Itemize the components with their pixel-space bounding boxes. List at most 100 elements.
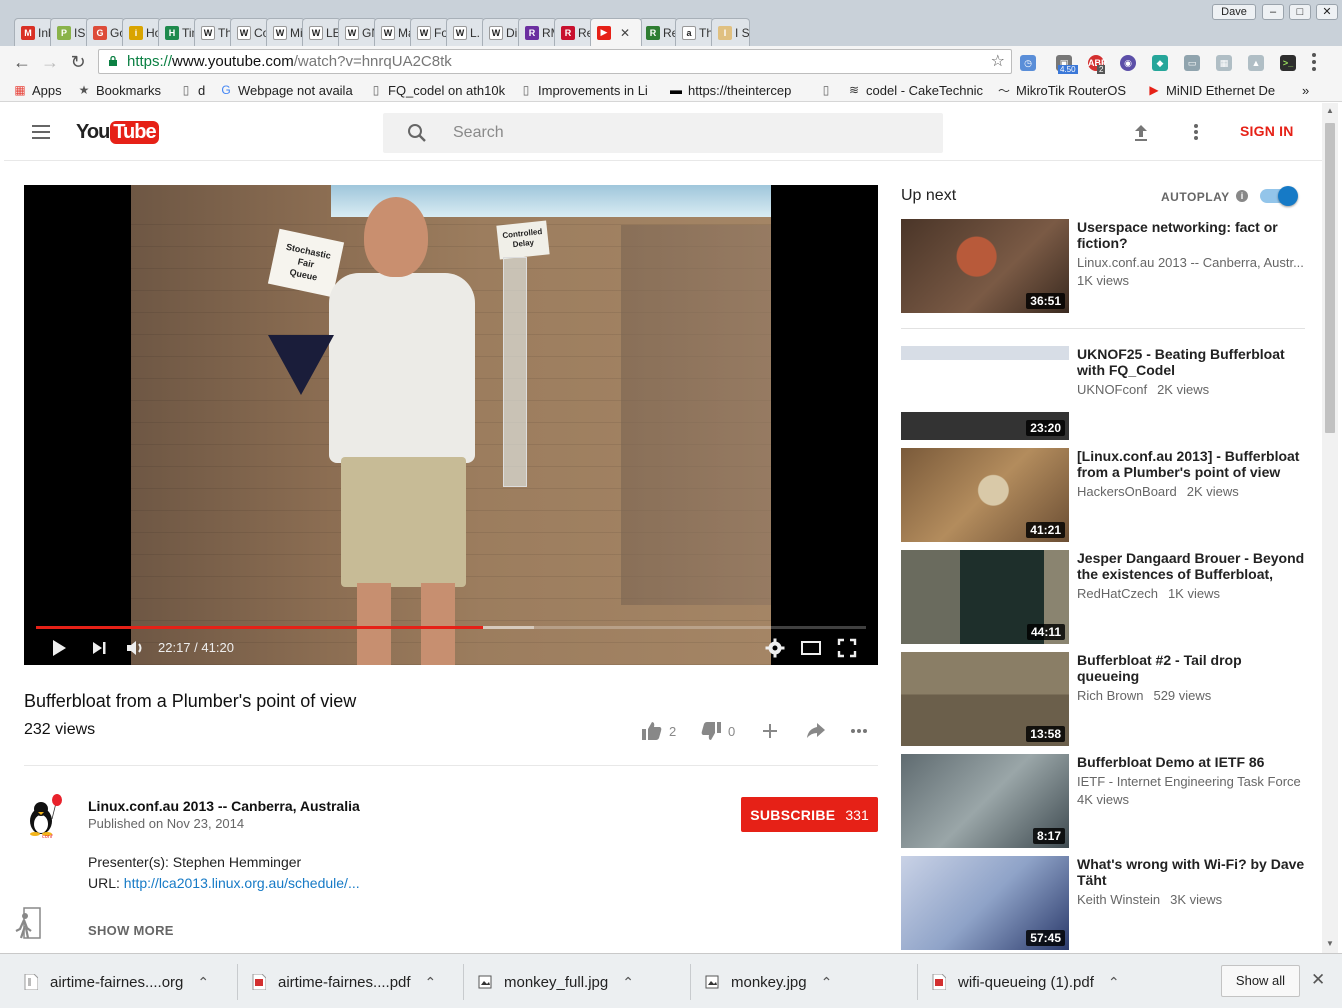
video-thumbnail[interactable]: 57:45 <box>901 856 1069 950</box>
video-thumbnail[interactable]: 8:17 <box>901 754 1069 848</box>
channel-name[interactable]: Linux.conf.au 2013 -- Canberra, Australi… <box>88 798 360 814</box>
address-bar[interactable]: https://www.youtube.com/watch?v=hnrqUA2C… <box>98 49 1012 74</box>
extension-cube-icon[interactable]: ◆ <box>1152 55 1168 71</box>
extension-terminal-icon[interactable]: >_ <box>1280 55 1296 71</box>
bookmark-item[interactable]: ▬ https://theintercep <box>670 82 791 98</box>
extension-timer-icon[interactable]: ◷ <box>1020 55 1036 71</box>
show-more-button[interactable]: SHOW MORE <box>88 923 174 938</box>
bookmark-item[interactable]: ▯ d <box>180 82 206 98</box>
profile-button[interactable]: Dave <box>1212 4 1256 20</box>
upload-icon[interactable] <box>1132 123 1150 143</box>
extension-cast-icon[interactable]: ▭ <box>1184 55 1200 71</box>
tab-18[interactable]: aTha <box>675 18 714 46</box>
chevron-up-icon[interactable]: ⌃ <box>425 974 437 991</box>
download-item[interactable]: monkey.jpg ⌃ <box>705 966 832 998</box>
info-icon[interactable]: i <box>1236 190 1248 202</box>
tab-1[interactable]: PISP <box>50 18 89 46</box>
tab-8[interactable]: WLEM <box>302 18 341 46</box>
recommendation-item[interactable]: 23:20 UKNOF25 - Beating Bufferbloat with … <box>901 346 1305 440</box>
video-thumbnail[interactable]: 44:11 <box>901 550 1069 644</box>
back-button[interactable]: ← <box>12 52 32 72</box>
tab-14[interactable]: RRM <box>518 18 557 46</box>
download-item[interactable]: monkey_full.jpg ⌃ <box>478 966 634 998</box>
download-item[interactable]: wifi-queueing (1).pdf ⌃ <box>932 966 1120 998</box>
tab-10[interactable]: WMa <box>374 18 413 46</box>
recommendation-title[interactable]: [Linux.conf.au 2013] - Bufferbloat from … <box>1077 448 1305 480</box>
search-icon[interactable] <box>407 123 427 143</box>
like-button[interactable]: 2 <box>642 722 676 740</box>
video-player[interactable]: Stochastic Fair Queue Controlled Delay 22:1… <box>24 185 878 665</box>
bookmark-star-icon[interactable]: ☆ <box>991 50 1005 73</box>
chevron-up-icon[interactable]: ⌃ <box>821 974 833 991</box>
tab-15[interactable]: RRea <box>554 18 593 46</box>
video-thumbnail[interactable]: 36:51 <box>901 219 1069 313</box>
recommendation-title[interactable]: What's wrong with Wi-Fi? by Dave Täht <box>1077 856 1305 888</box>
video-thumbnail[interactable]: 41:21 <box>901 448 1069 542</box>
more-actions-icon[interactable] <box>851 729 867 733</box>
recommendation-title[interactable]: Userspace networking: fact or fiction? <box>1077 219 1305 251</box>
tab-4[interactable]: HTiny <box>158 18 197 46</box>
recommendation-item[interactable]: 36:51 Userspace networking: fact or ficti… <box>901 219 1305 313</box>
guide-menu-icon[interactable] <box>32 125 50 139</box>
chevron-up-icon[interactable]: ⌃ <box>197 974 209 991</box>
chevron-up-icon[interactable]: ⌃ <box>622 974 634 991</box>
next-icon[interactable] <box>88 637 110 659</box>
page-scrollbar[interactable]: ▲ ▼ <box>1322 103 1338 953</box>
tab-0[interactable]: MInb <box>14 18 53 46</box>
bookmark-item[interactable]: G Webpage not availa <box>220 82 352 98</box>
recommendation-title[interactable]: Bufferbloat #2 - Tail drop queueing <box>1077 652 1305 684</box>
tab-3[interactable]: iHow <box>122 18 161 46</box>
bookmark-item[interactable]: ▯ <box>820 82 838 98</box>
recommendation-item[interactable]: 44:11 Jesper Dangaard Brouer - Beyond the… <box>901 550 1305 644</box>
theater-mode-icon[interactable] <box>800 637 822 659</box>
bookmark-item[interactable]: ▦ Apps <box>14 82 61 98</box>
bookmark-item[interactable]: 〜 MikroTik RouterOS <box>998 82 1126 98</box>
tab-9[interactable]: WGN <box>338 18 377 46</box>
volume-icon[interactable] <box>124 637 146 659</box>
show-all-downloads-button[interactable]: Show all <box>1221 965 1300 997</box>
extension-lock-icon[interactable]: ▲ <box>1248 55 1264 71</box>
autoplay-toggle[interactable] <box>1260 186 1298 206</box>
tab-17[interactable]: RRea <box>639 18 678 46</box>
tab-6[interactable]: WColl <box>230 18 269 46</box>
channel-avatar[interactable]: conf <box>24 793 64 838</box>
forward-button[interactable]: → <box>40 52 60 72</box>
play-icon[interactable] <box>48 637 70 659</box>
video-thumbnail[interactable]: 23:20 <box>901 346 1069 440</box>
scroll-thumb[interactable] <box>1325 123 1335 433</box>
download-item[interactable]: airtime-fairnes....org ⌃ <box>24 966 209 998</box>
settings-gear-icon[interactable] <box>764 637 786 659</box>
bookmarks-overflow-icon[interactable]: » <box>1302 82 1309 98</box>
download-item[interactable]: airtime-fairnes....pdf ⌃ <box>252 966 436 998</box>
sign-in-button[interactable]: SIGN IN <box>1240 123 1294 139</box>
bookmark-item[interactable]: ▯ Improvements in Li <box>520 82 648 98</box>
dislike-button[interactable]: 0 <box>701 722 735 740</box>
extension-grid-icon[interactable]: ▦ <box>1216 55 1232 71</box>
recommendation-item[interactable]: 57:45 What's wrong with Wi-Fi? by Dave Tä… <box>901 856 1305 950</box>
tab-12[interactable]: WL. R <box>446 18 485 46</box>
recommendation-title[interactable]: UKNOF25 - Beating Bufferbloat with FQ_Co… <box>1077 346 1305 378</box>
recommendation-item[interactable]: 41:21 [Linux.conf.au 2013] - Bufferbloat … <box>901 448 1305 542</box>
bookmark-item[interactable]: ▶ MiNID Ethernet De <box>1148 82 1275 98</box>
recommendation-item[interactable]: 13:58 Bufferbloat #2 - Tail drop queueing… <box>901 652 1305 746</box>
extension-globe-icon[interactable]: ◉ <box>1120 55 1136 71</box>
tab-16[interactable]: ▶ ✕ <box>590 18 642 46</box>
search-input[interactable] <box>453 121 923 145</box>
fullscreen-icon[interactable] <box>836 637 858 659</box>
tab-7[interactable]: WMin <box>266 18 305 46</box>
exit-person-icon[interactable] <box>14 907 42 941</box>
bookmark-item[interactable]: ▯ FQ_codel on ath10k <box>370 82 505 98</box>
share-icon[interactable] <box>807 723 825 739</box>
tab-13[interactable]: WDin <box>482 18 521 46</box>
chevron-up-icon[interactable]: ⌃ <box>1108 974 1120 991</box>
close-tab-icon[interactable]: ✕ <box>620 26 630 40</box>
tab-5[interactable]: WThe <box>194 18 233 46</box>
tab-2[interactable]: GGoo <box>86 18 125 46</box>
recommendation-title[interactable]: Jesper Dangaard Brouer - Beyond the exis… <box>1077 550 1305 582</box>
video-thumbnail[interactable]: 13:58 <box>901 652 1069 746</box>
more-options-icon[interactable] <box>1194 124 1198 140</box>
subscribe-button[interactable]: SUBSCRIBE 331 <box>741 797 878 832</box>
tab-19[interactable]: II So <box>711 18 750 46</box>
maximize-button[interactable]: □ <box>1289 4 1311 20</box>
bookmark-item[interactable]: ≋ codel - CakeTechnic <box>848 82 983 98</box>
